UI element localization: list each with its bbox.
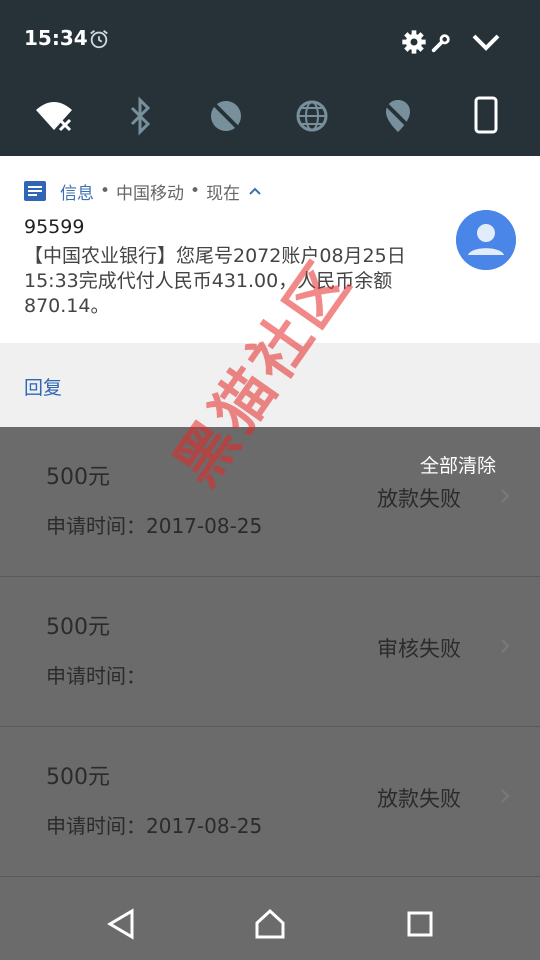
chevron-right-icon: [501, 489, 510, 503]
list-item[interactable]: 500元 申请时间：2017-08-25 放款失败 全部清除: [0, 427, 540, 577]
apply-date: 申请时间：: [46, 664, 146, 688]
wifi-off-icon[interactable]: [34, 96, 74, 136]
apply-date: 申请时间：2017-08-25: [46, 514, 263, 538]
chevron-right-icon: [501, 789, 510, 803]
loan-amount: 500元: [46, 765, 110, 790]
loan-amount: 500元: [46, 615, 110, 640]
messages-app-icon: [24, 181, 46, 201]
list-item[interactable]: 500元 申请时间： 审核失败: [0, 577, 540, 727]
loan-list: 500元 申请时间：2017-08-25 放款失败 全部清除 500元 申请时间…: [0, 427, 540, 887]
quick-settings-panel: 15:34: [0, 0, 540, 156]
collapse-caret-icon[interactable]: [248, 186, 262, 196]
alarm-icon: [90, 30, 108, 49]
wrench-icon: [431, 34, 450, 53]
chevron-right-icon: [501, 639, 510, 653]
navigation-bar: [0, 887, 540, 960]
loan-amount: 500元: [46, 465, 110, 490]
app-name: 信息: [60, 183, 94, 204]
loan-status: 审核失败: [377, 637, 461, 661]
back-icon[interactable]: [104, 907, 138, 941]
contact-avatar-icon: [456, 210, 516, 270]
loan-status: 放款失败: [377, 487, 461, 511]
message-body: 【中国农业银行】您尾号2072账户08月25日15:33完成代付人民币431.0…: [24, 245, 406, 317]
loan-status: 放款失败: [377, 787, 461, 811]
home-icon[interactable]: [253, 907, 287, 941]
notification-header: 信息 • 中国移动 • 现在: [24, 180, 262, 204]
notification-time: 现在: [206, 183, 241, 204]
data-saver-icon[interactable]: [206, 96, 246, 136]
separator: •: [190, 181, 201, 201]
sender: 95599: [24, 216, 85, 238]
clock: 15:34: [24, 26, 88, 50]
location-off-icon[interactable]: [378, 96, 418, 136]
separator: •: [100, 181, 111, 201]
quick-settings-tiles: [0, 96, 540, 136]
collapse-chevron-icon[interactable]: [470, 28, 502, 56]
apply-date: 申请时间：2017-08-25: [46, 814, 263, 838]
recents-icon[interactable]: [403, 907, 437, 941]
phone-icon[interactable]: [466, 96, 506, 136]
settings-gear-icon[interactable]: [400, 28, 428, 56]
bluetooth-icon[interactable]: [120, 96, 160, 136]
list-item[interactable]: 500元 申请时间：2017-08-25 放款失败: [0, 727, 540, 877]
clear-all-button[interactable]: 全部清除: [420, 451, 496, 478]
carrier-name: 中国移动: [116, 183, 185, 204]
globe-icon[interactable]: [292, 96, 332, 136]
reply-button[interactable]: 回复: [24, 373, 62, 400]
